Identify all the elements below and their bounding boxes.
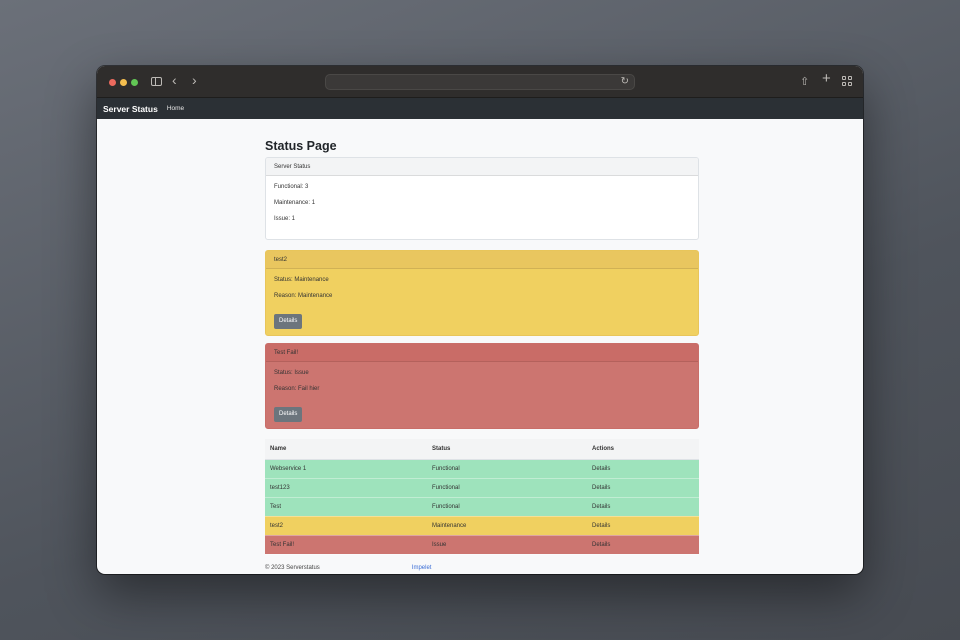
alert-reason: Reason: Maintenance	[274, 293, 333, 299]
table-row: Test Functional Details	[265, 497, 699, 517]
navbar-brand[interactable]: Server Status	[103, 104, 158, 114]
alert-card-issue: Test Fail! Status: Issue Reason: Fail hi…	[265, 343, 699, 429]
close-window-icon[interactable]	[109, 79, 116, 86]
alert-card-maintenance: test2 Status: Maintenance Reason: Mainte…	[265, 250, 699, 336]
table-row: Test Fail! Issue Details	[265, 535, 699, 555]
minimize-window-icon[interactable]	[120, 79, 127, 86]
alert-reason: Reason: Fail hier	[274, 386, 320, 392]
forward-icon[interactable]: ›	[192, 73, 197, 87]
card-body: Functional: 3 Maintenance: 1 Issue: 1	[266, 176, 698, 239]
service-name: test123	[265, 478, 427, 498]
service-name: test2	[265, 516, 427, 536]
card-header: Server Status	[266, 158, 698, 176]
share-icon[interactable]: ⇧	[800, 75, 809, 89]
service-name: Webservice 1	[265, 459, 427, 479]
details-button[interactable]: Details	[274, 407, 303, 422]
functional-count: Functional: 3	[274, 184, 309, 190]
details-link[interactable]: Details	[587, 459, 699, 479]
service-status: Functional	[427, 478, 587, 498]
service-name: Test	[265, 497, 427, 517]
table-row: test123 Functional Details	[265, 478, 699, 498]
tabs-icon[interactable]	[842, 76, 852, 86]
maximize-window-icon[interactable]	[131, 79, 138, 86]
service-status: Maintenance	[427, 516, 587, 536]
browser-window: ‹ › ↻ ⇧ + Server Status Home Status Page…	[97, 66, 863, 574]
alert-status: Status: Maintenance	[274, 277, 329, 283]
service-status: Functional	[427, 459, 587, 479]
details-button[interactable]: Details	[274, 314, 303, 329]
issue-count: Issue: 1	[274, 216, 296, 222]
alert-status: Status: Issue	[274, 370, 309, 376]
sidebar-icon[interactable]	[151, 77, 162, 86]
back-icon[interactable]: ‹	[172, 73, 177, 87]
column-header-actions: Actions	[587, 439, 699, 460]
service-status: Issue	[427, 535, 587, 555]
card-body: Status: Issue Reason: Fail hier Details	[266, 362, 698, 428]
details-link[interactable]: Details	[587, 478, 699, 498]
column-header-status: Status	[427, 439, 587, 460]
table-row: Webservice 1 Functional Details	[265, 459, 699, 479]
table-row: test2 Maintenance Details	[265, 516, 699, 536]
services-table: Name Status Actions Webservice 1 Functio…	[265, 439, 699, 555]
server-status-card: Server Status Functional: 3 Maintenance:…	[265, 157, 699, 240]
maintenance-count: Maintenance: 1	[274, 200, 316, 206]
browser-titlebar: ‹ › ↻ ⇧ +	[97, 66, 863, 98]
page-title: Status Page	[265, 139, 337, 153]
copyright-text: © 2023 Serverstatus	[265, 564, 320, 571]
page-footer: © 2023 Serverstatus Impelet	[265, 565, 699, 571]
plus-icon[interactable]: +	[822, 71, 831, 86]
details-link[interactable]: Details	[587, 497, 699, 517]
address-bar[interactable]: ↻	[325, 74, 635, 90]
service-name: Test Fail!	[265, 535, 427, 555]
site-navbar: Server Status Home	[97, 98, 863, 119]
main-content: Status Page Server Status Functional: 3 …	[265, 119, 699, 571]
details-link[interactable]: Details	[587, 535, 699, 555]
service-status: Functional	[427, 497, 587, 517]
card-body: Status: Maintenance Reason: Maintenance …	[266, 269, 698, 335]
imprint-link[interactable]: Impelet	[412, 565, 432, 571]
nav-link-home[interactable]: Home	[167, 105, 184, 112]
table-header-row: Name Status Actions	[265, 439, 699, 460]
reload-icon[interactable]: ↻	[621, 76, 629, 88]
alert-title: test2	[266, 251, 698, 269]
column-header-name: Name	[265, 439, 427, 460]
alert-title: Test Fail!	[266, 344, 698, 362]
details-link[interactable]: Details	[587, 516, 699, 536]
